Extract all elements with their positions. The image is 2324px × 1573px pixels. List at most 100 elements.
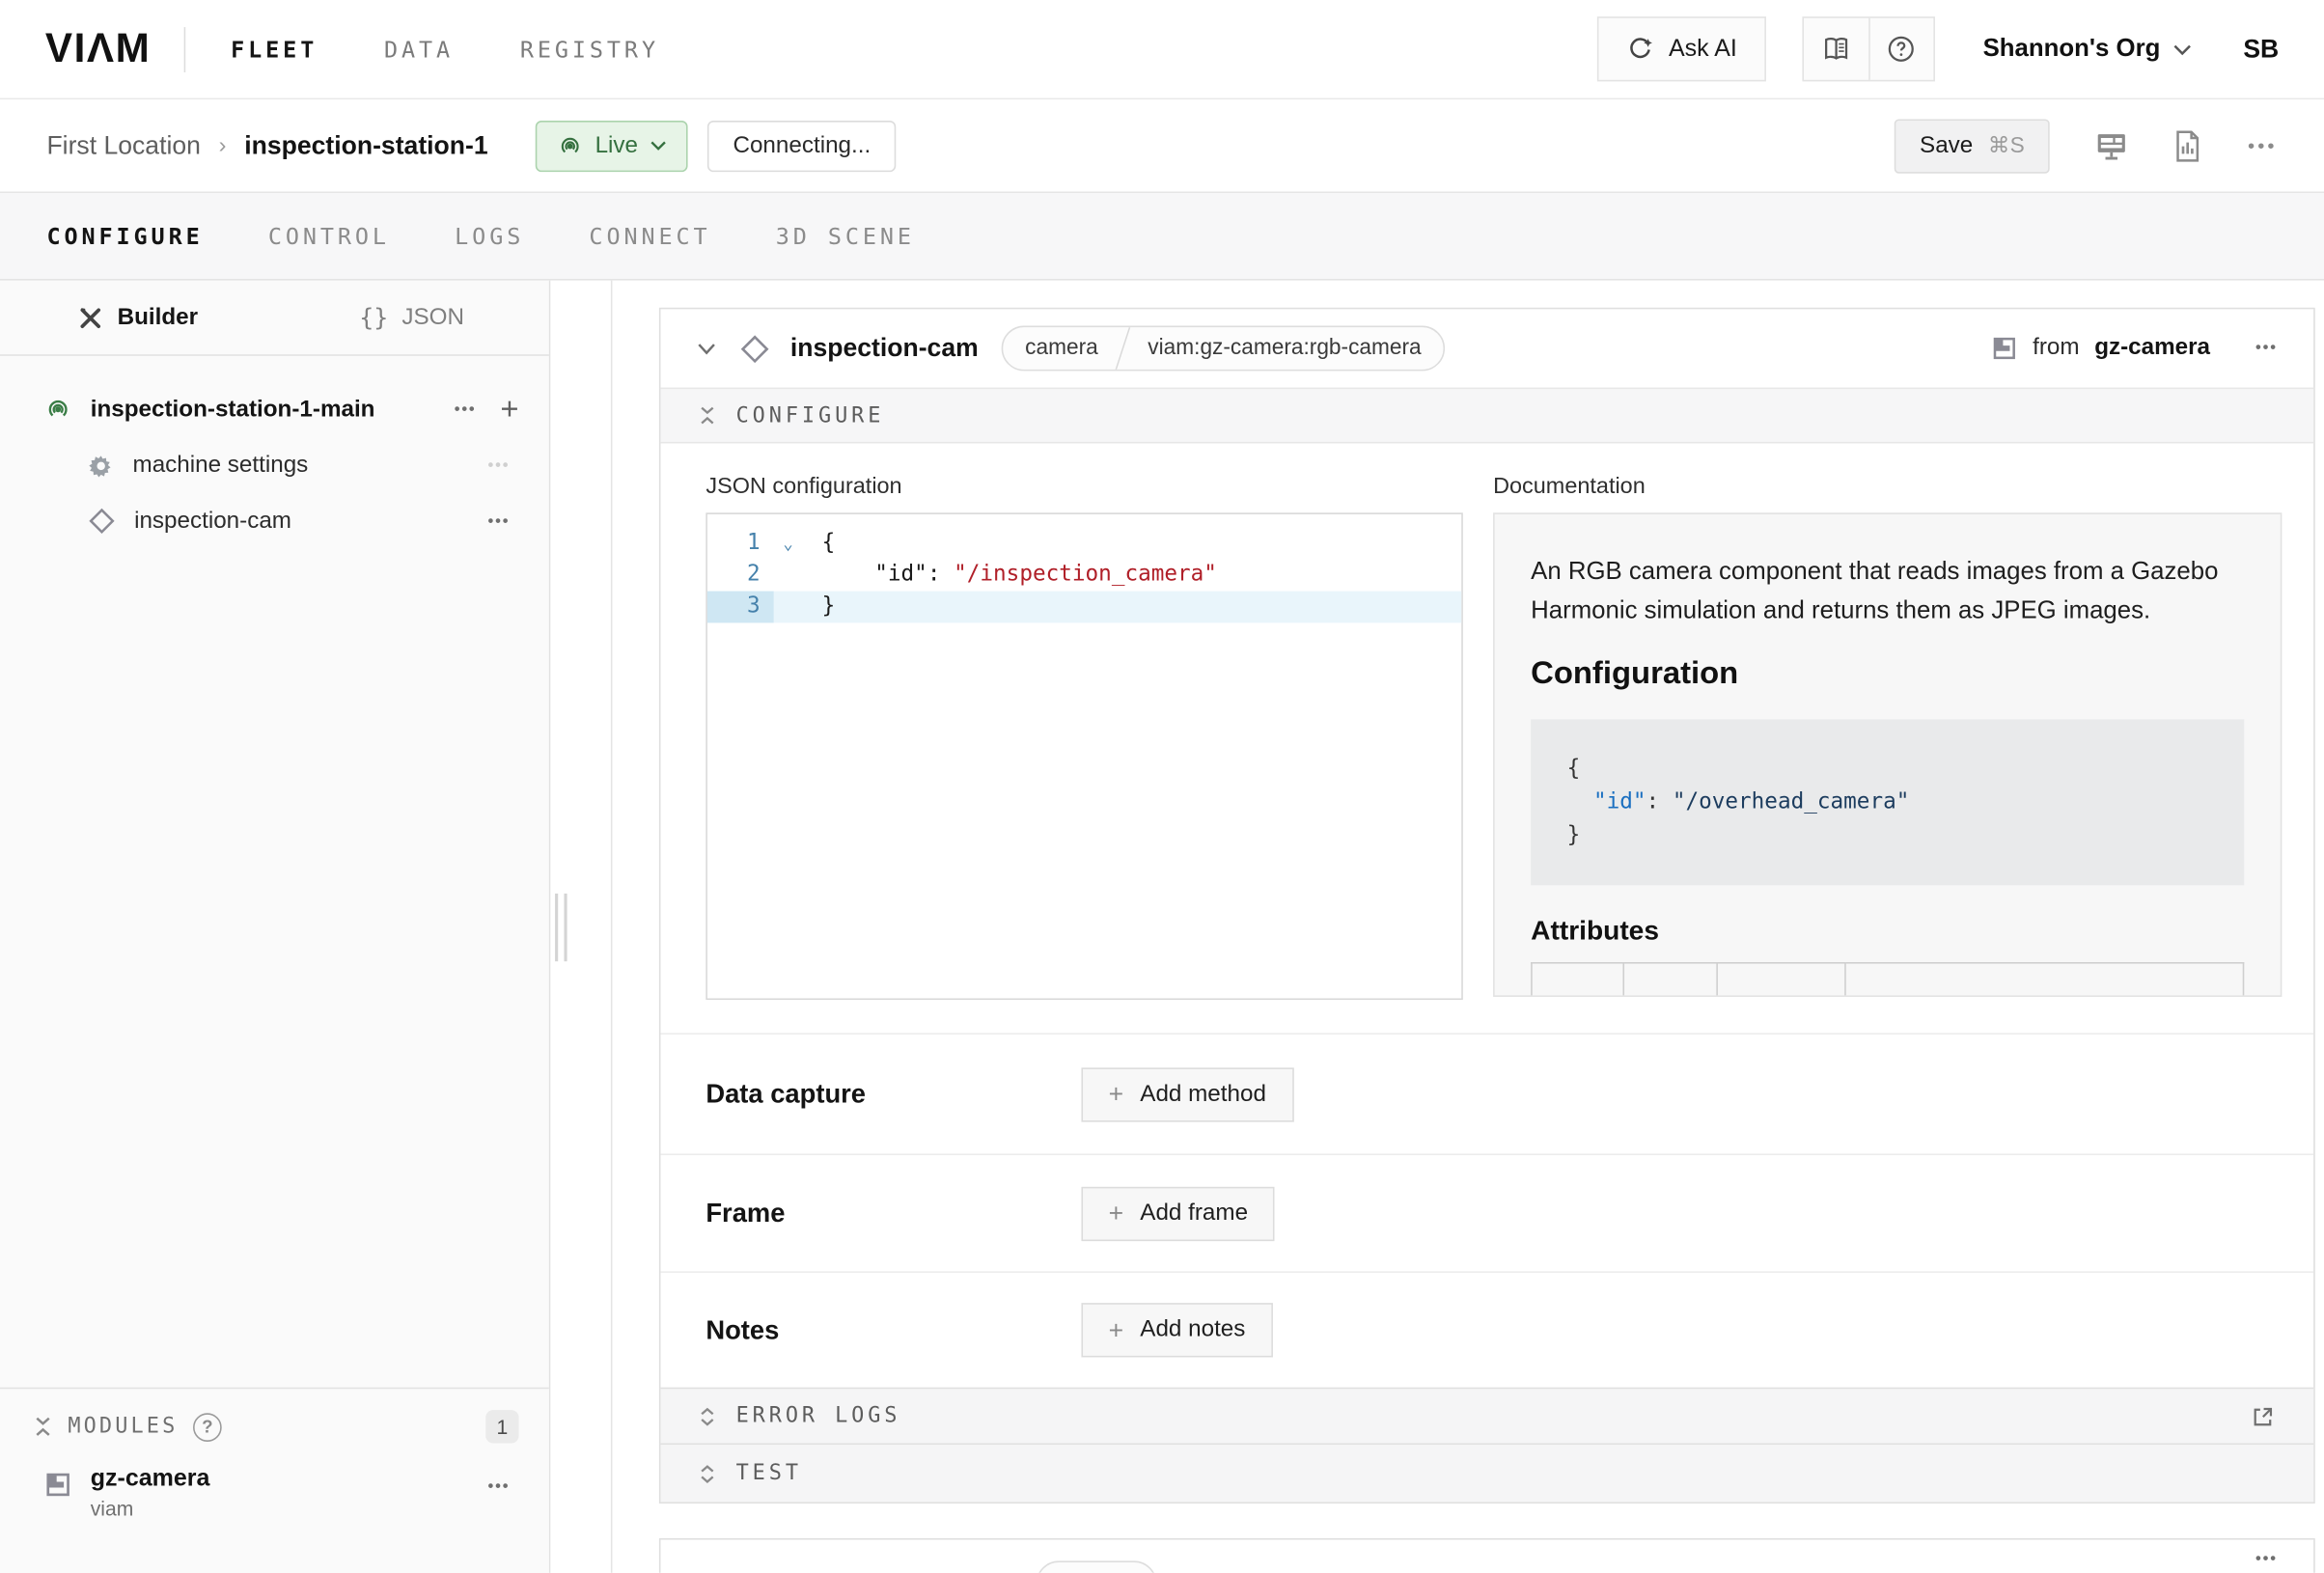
- part-menu-icon[interactable]: •••: [445, 400, 485, 419]
- documentation-button[interactable]: [1804, 18, 1868, 80]
- add-method-label: Add method: [1140, 1081, 1266, 1108]
- viam-logo[interactable]: VIΛM: [45, 26, 151, 72]
- collapse-icon: [699, 404, 717, 427]
- json-config-column: JSON configuration 1 ⌄ { 2 "id": "/inspe…: [706, 474, 1462, 1000]
- json-config-editor[interactable]: 1 ⌄ { 2 "id": "/inspection_camera" 3: [706, 512, 1462, 1000]
- code-text: {: [802, 528, 835, 560]
- line-number: 2: [707, 560, 774, 592]
- fold-arrow-icon[interactable]: ⌄: [774, 528, 803, 560]
- gz-camera-module-card: gz-camera by viam module Registry •••: [659, 1538, 2315, 1573]
- nav-item-data[interactable]: DATA: [384, 36, 454, 63]
- add-component-icon[interactable]: +: [500, 394, 518, 426]
- modules-help-icon[interactable]: ?: [193, 1412, 222, 1441]
- from-module-link[interactable]: gz-camera: [2094, 335, 2210, 362]
- add-notes-label: Add notes: [1140, 1316, 1245, 1343]
- tab-control[interactable]: CONTROL: [268, 222, 390, 249]
- broadcast-icon: [556, 132, 583, 159]
- tab-logs[interactable]: LOGS: [455, 222, 524, 249]
- item-menu-icon[interactable]: •••: [479, 456, 519, 475]
- module-icon: [1990, 335, 2017, 362]
- modules-header: MODULES ? 1: [0, 1389, 549, 1443]
- breadcrumb-location[interactable]: First Location: [46, 130, 200, 160]
- inspection-cam-card: inspection-cam camera viam:gz-camera:rgb…: [659, 308, 2315, 1504]
- doc-code-block: { "id": "/overhead_camera" }: [1531, 720, 2244, 886]
- live-status-badge[interactable]: Live: [535, 120, 688, 171]
- nav-item-fleet[interactable]: FLEET: [231, 36, 318, 63]
- component-name: inspection-cam: [790, 333, 979, 363]
- modules-count-badge: 1: [485, 1410, 518, 1443]
- tab-configure[interactable]: CONFIGURE: [46, 222, 203, 249]
- card-header-right: from gz-camera •••: [1990, 335, 2277, 362]
- module-tag: module: [1038, 1562, 1155, 1573]
- user-avatar[interactable]: SB: [2243, 34, 2279, 64]
- collapse-chevron-icon[interactable]: [697, 342, 716, 355]
- config-sidebar: Builder {} JSON inspection-station-1-mai…: [0, 281, 550, 1573]
- ai-sparkle-icon: [1626, 35, 1655, 64]
- monitor-icon[interactable]: [2095, 130, 2128, 160]
- breadcrumb-separator: ›: [219, 133, 227, 159]
- main-panel: inspection-cam camera viam:gz-camera:rgb…: [612, 281, 2324, 1573]
- json-label: JSON: [401, 304, 464, 331]
- save-button[interactable]: Save ⌘S: [1894, 119, 2050, 173]
- ask-ai-button[interactable]: Ask AI: [1598, 16, 1766, 81]
- item-menu-icon[interactable]: •••: [479, 512, 519, 531]
- org-name: Shannon's Org: [1983, 35, 2161, 64]
- tab-3d-scene[interactable]: 3D SCENE: [776, 222, 915, 249]
- module-card-menu-icon[interactable]: •••: [2255, 1550, 2278, 1568]
- component-type-tag: camera: [1003, 327, 1120, 370]
- overflow-menu-icon[interactable]: •••: [2248, 134, 2278, 156]
- chevron-down-icon: [2173, 43, 2192, 56]
- report-file-icon[interactable]: [2173, 129, 2202, 162]
- machine-header: First Location › inspection-station-1 Li…: [0, 99, 2324, 193]
- doc-description: An RGB camera component that reads image…: [1531, 552, 2244, 630]
- card-menu-icon[interactable]: •••: [2255, 340, 2278, 358]
- code-text: }: [802, 592, 835, 623]
- tree-item-inspection-cam[interactable]: inspection-cam •••: [0, 493, 549, 549]
- doc-configuration-heading: Configuration: [1531, 656, 2244, 693]
- configure-section-bar[interactable]: CONFIGURE: [660, 388, 2313, 444]
- fold-gutter: [774, 592, 803, 623]
- external-link-icon[interactable]: [2251, 1403, 2277, 1429]
- component-model-tag: viam:gz-camera:rgb-camera: [1125, 327, 1444, 370]
- module-list-item[interactable]: gz-camera viam •••: [0, 1444, 549, 1521]
- add-frame-button[interactable]: + Add frame: [1081, 1186, 1275, 1240]
- live-part-icon: [43, 395, 72, 424]
- notes-section: Notes + Add notes: [660, 1271, 2313, 1387]
- connecting-button[interactable]: Connecting...: [707, 120, 897, 171]
- component-card-header: inspection-cam camera viam:gz-camera:rgb…: [660, 309, 2313, 387]
- save-shortcut: ⌘S: [1988, 133, 2025, 157]
- tree-item-label: machine settings: [133, 452, 309, 479]
- code-text: "id": "/inspection_camera": [802, 560, 1217, 592]
- logo-divider: [184, 26, 186, 71]
- live-status-label: Live: [595, 132, 638, 159]
- json-config-label: JSON configuration: [706, 474, 1462, 500]
- error-logs-label: ERROR LOGS: [736, 1404, 901, 1428]
- machine-tree: inspection-station-1-main ••• + machine …: [0, 356, 549, 549]
- json-toggle[interactable]: {} JSON: [274, 281, 548, 355]
- app-body: Builder {} JSON inspection-station-1-mai…: [0, 281, 2324, 1573]
- plus-icon: +: [1109, 1317, 1124, 1343]
- org-switcher[interactable]: Shannon's Org: [1983, 35, 2193, 64]
- help-button[interactable]: [1868, 18, 1933, 80]
- nav-item-registry[interactable]: REGISTRY: [520, 36, 659, 63]
- app-root: VIΛM FLEET DATA REGISTRY Ask AI: [0, 0, 2324, 1573]
- module-texts: gz-camera viam: [91, 1466, 210, 1520]
- add-notes-button[interactable]: + Add notes: [1081, 1303, 1272, 1357]
- doc-attributes-heading: Attributes: [1531, 916, 2244, 948]
- test-bar[interactable]: TEST: [660, 1444, 2313, 1503]
- resize-handle[interactable]: [555, 893, 567, 960]
- module-menu-icon[interactable]: •••: [479, 1477, 519, 1496]
- error-logs-bar[interactable]: ERROR LOGS: [660, 1388, 2313, 1444]
- collapse-icon[interactable]: [33, 1415, 52, 1439]
- tab-connect[interactable]: CONNECT: [589, 222, 710, 249]
- add-method-button[interactable]: + Add method: [1081, 1067, 1293, 1121]
- configure-section-label: CONFIGURE: [736, 403, 885, 428]
- builder-toggle[interactable]: Builder: [0, 281, 274, 355]
- ask-ai-label: Ask AI: [1669, 36, 1737, 63]
- module-tag-pill: module: [1037, 1560, 1156, 1573]
- chevron-down-icon: [650, 140, 667, 151]
- unfold-icon: [699, 1462, 717, 1484]
- tree-item-main-part[interactable]: inspection-station-1-main ••• +: [0, 381, 549, 437]
- tree-item-machine-settings[interactable]: machine settings •••: [0, 437, 549, 493]
- editor-line: 1 ⌄ {: [707, 528, 1461, 560]
